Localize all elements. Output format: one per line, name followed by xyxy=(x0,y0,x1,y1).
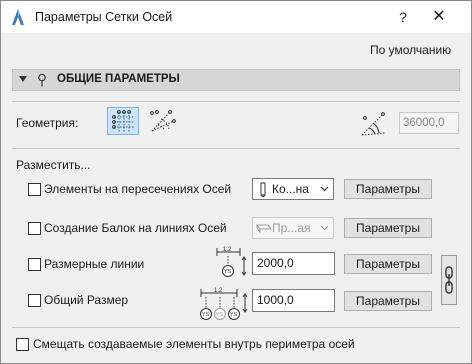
rectangular-grid-button[interactable] xyxy=(107,107,139,135)
beam-settings-button[interactable]: Параметры xyxy=(344,218,432,238)
radial-grid-button[interactable] xyxy=(145,107,177,135)
help-button[interactable]: ? xyxy=(393,6,413,28)
svg-text:YS: YS xyxy=(230,312,238,318)
dimension-offset-field[interactable]: 2000,0 xyxy=(252,252,335,275)
overall-dimension-offset-field[interactable]: 1000,0 xyxy=(252,289,335,312)
geometry-label: Геометрия: xyxy=(16,116,79,130)
ys-marker-text: YS xyxy=(224,269,232,275)
overall-dimension-checkbox[interactable] xyxy=(28,294,41,307)
overall-dimension-label: Общий Размер xyxy=(44,293,129,307)
place-label: Разместить... xyxy=(16,158,91,172)
svg-text:YS: YS xyxy=(202,312,210,318)
divider xyxy=(12,327,460,328)
overall-dimension-icon: 1.2 YS YS YS xyxy=(200,288,248,320)
collapse-triangle-icon[interactable] xyxy=(19,76,27,82)
chevron-down-icon xyxy=(320,225,329,231)
create-beams-checkbox[interactable] xyxy=(28,222,41,235)
intersection-element-type-dropdown[interactable]: Ко...на xyxy=(252,178,334,200)
svg-text:YS: YS xyxy=(216,312,224,318)
create-beams-label: Создание Балок на линиях Осей xyxy=(44,221,227,235)
intersection-elements-checkbox[interactable] xyxy=(28,183,41,196)
dimension-lines-checkbox[interactable] xyxy=(28,258,41,271)
window-title: Параметры Сетки Осей xyxy=(35,10,173,24)
divider xyxy=(12,148,460,149)
chain-link-icon xyxy=(445,266,453,294)
dropdown-value: Ко...на xyxy=(272,182,309,196)
beam-type-dropdown[interactable]: Пр...ая xyxy=(252,217,334,239)
defaults-button[interactable]: По умолчанию xyxy=(370,43,451,57)
chevron-down-icon xyxy=(320,186,329,192)
grid-settings-dialog: Параметры Сетки Осей ? ✕ По умолчанию ОБ… xyxy=(0,0,472,364)
general-settings-header[interactable]: ОБЩИЕ ПАРАМЕТРЫ xyxy=(12,69,460,91)
dimension-settings-button[interactable]: Параметры xyxy=(344,254,432,274)
intersection-settings-button[interactable]: Параметры xyxy=(344,179,432,199)
offset-inside-perimeter-label: Смещать создаваемые элементы внутрь пери… xyxy=(33,337,355,351)
archicad-app-icon xyxy=(12,9,24,25)
section-title: ОБЩИЕ ПАРАМЕТРЫ xyxy=(57,73,180,85)
dimension-line-icon: 1.2 YS xyxy=(216,247,247,277)
dim-value-text: 1.2 xyxy=(214,288,223,294)
column-icon xyxy=(260,182,266,197)
dim-value-text: 1.2 xyxy=(223,247,232,253)
divider xyxy=(12,101,460,102)
overall-dimension-settings-button[interactable]: Параметры xyxy=(344,291,432,311)
arc-angle-icon xyxy=(361,112,386,136)
link-values-button[interactable] xyxy=(441,255,457,305)
rectangular-grid-icon xyxy=(112,110,134,132)
close-button[interactable]: ✕ xyxy=(429,6,449,28)
pin-icon xyxy=(38,73,46,87)
intersection-elements-label: Элементы на пересечениях Осей xyxy=(44,182,232,196)
radial-grid-icon xyxy=(150,110,176,132)
title-bar: Параметры Сетки Осей ? ✕ xyxy=(1,1,471,33)
offset-inside-perimeter-checkbox[interactable] xyxy=(16,338,29,351)
dropdown-value: Пр...ая xyxy=(272,221,311,235)
grid-angle-field[interactable]: 36000,0 xyxy=(399,112,459,134)
beam-icon xyxy=(256,224,272,234)
dimension-lines-label: Размерные линии xyxy=(44,257,145,271)
